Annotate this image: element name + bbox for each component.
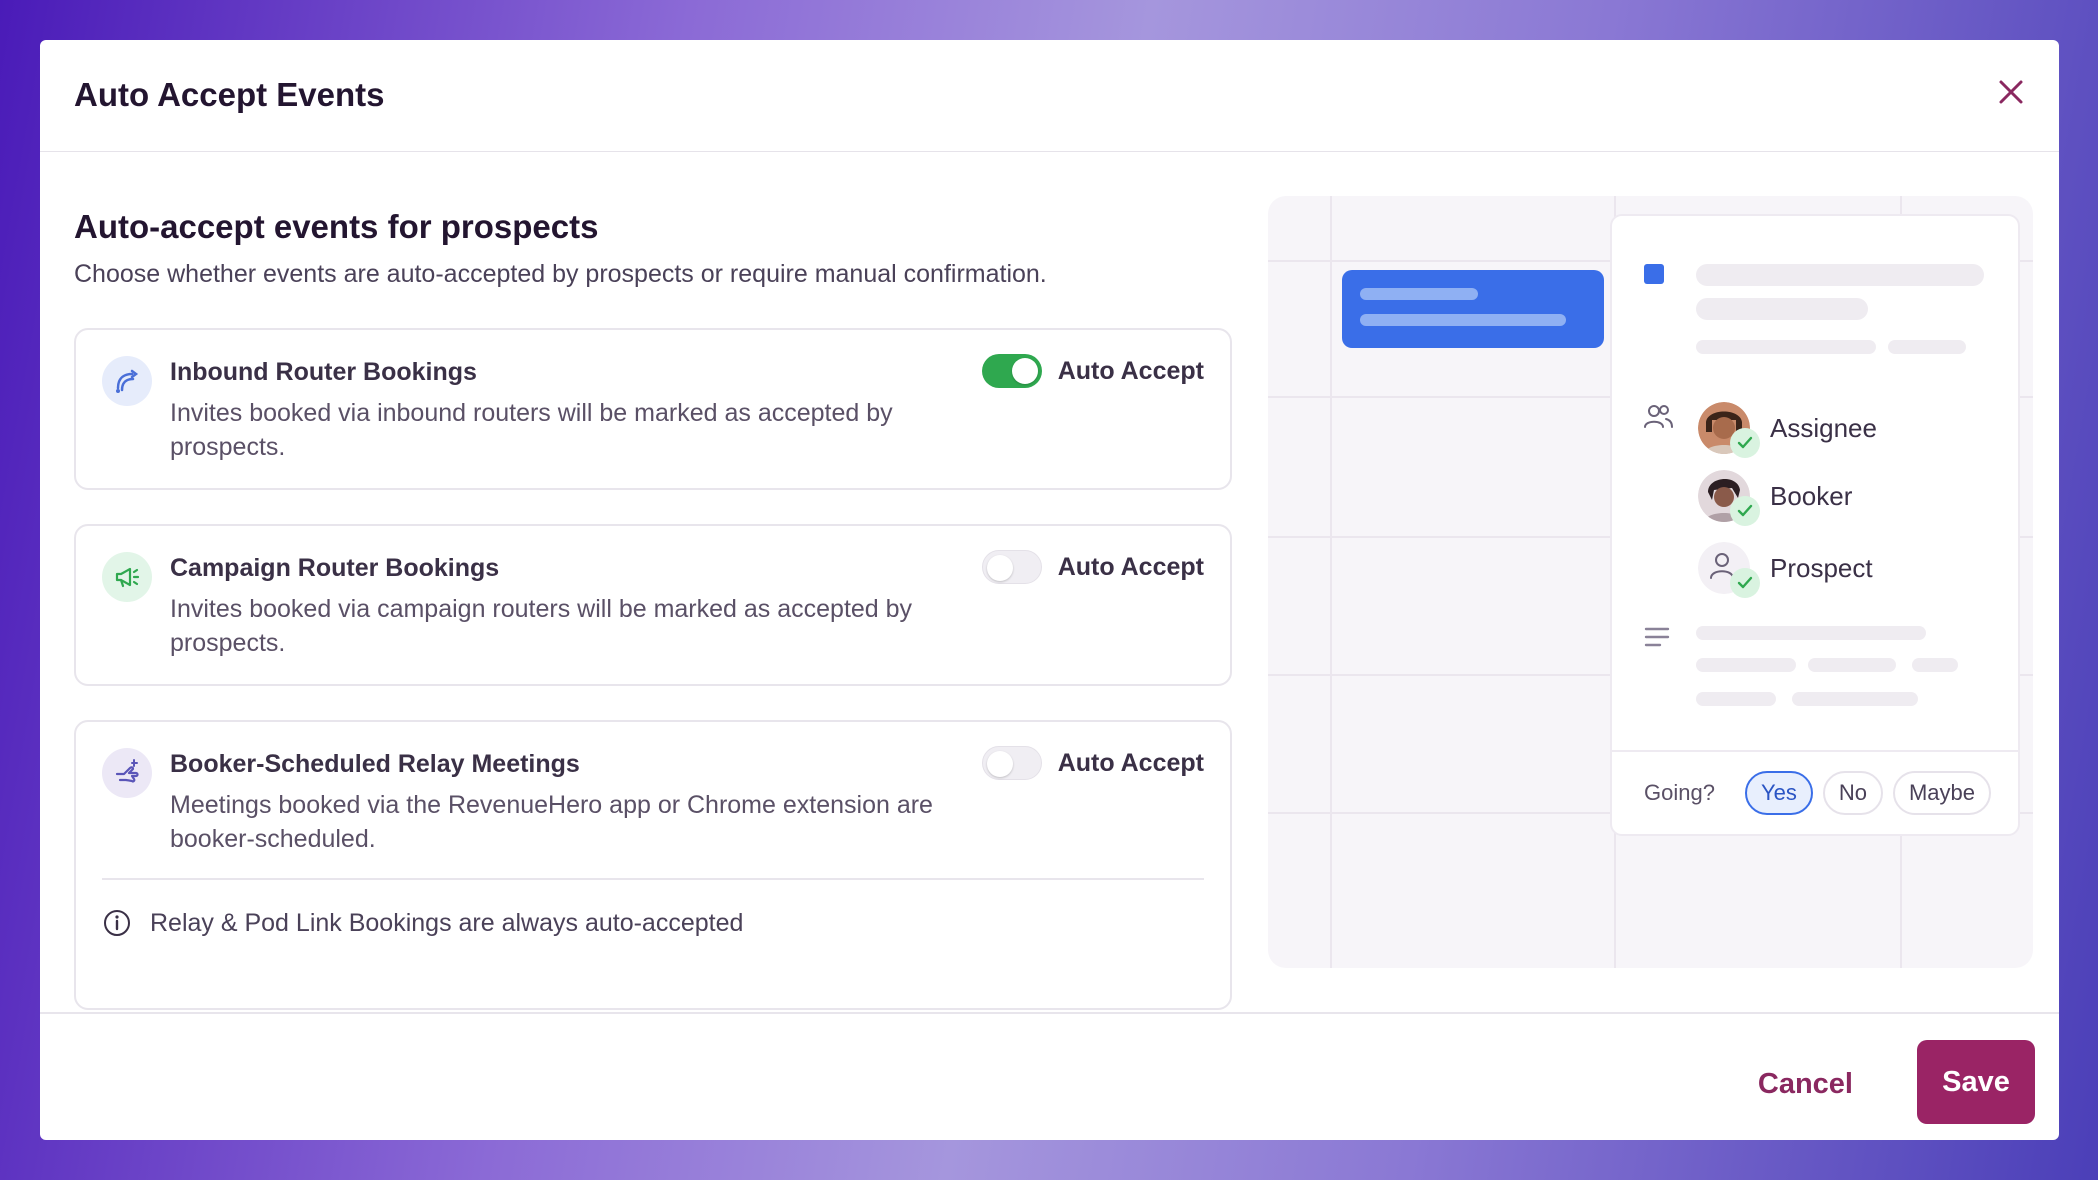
avatar (1698, 470, 1760, 526)
rsvp-yes-button[interactable]: Yes (1744, 771, 1813, 815)
attendee-label: Assignee (1770, 412, 1877, 443)
toggle-label: Auto Accept (1057, 356, 1204, 385)
rsvp-maybe-button[interactable]: Maybe (1892, 771, 1992, 815)
card-description: Invites booked via campaign routers will… (170, 595, 913, 657)
event-detail-card: Assignee Booker Prospect Going? Yes No M… (1610, 214, 2020, 836)
card-divider (102, 878, 1204, 880)
skeleton-line (1696, 692, 1776, 706)
skeleton-line (1808, 658, 1896, 672)
toggle-label: Auto Accept (1057, 552, 1204, 581)
description-lines-icon (1644, 627, 1670, 647)
section-title: Auto-accept events for prospects (74, 208, 599, 245)
skeleton-line (1888, 340, 1966, 354)
calendar-preview: Assignee Booker Prospect Going? Yes No M… (1268, 196, 2033, 968)
section-description: Choose whether events are auto-accepted … (74, 260, 1047, 288)
card-relay-meetings: Booker-Scheduled Relay Meetings Meetings… (74, 720, 1232, 1010)
card-campaign-router: Campaign Router Bookings Invites booked … (74, 524, 1232, 686)
card-inbound-router: Inbound Router Bookings Invites booked v… (74, 328, 1232, 490)
auto-accept-toggle-group: Auto Accept (981, 550, 1204, 584)
skeleton-line (1912, 658, 1958, 672)
skeleton-line (1696, 658, 1796, 672)
event-skeleton-line (1360, 314, 1566, 326)
avatar (1698, 542, 1760, 598)
info-note: Relay & Pod Link Bookings are always aut… (102, 908, 743, 938)
rsvp-row: Going? Yes No Maybe (1612, 750, 2018, 834)
event-skeleton-line (1360, 288, 1478, 300)
attendee-label: Booker (1770, 480, 1853, 511)
toggle-knob (1011, 358, 1038, 384)
toggle-knob (986, 555, 1013, 581)
auto-accept-toggle[interactable] (981, 550, 1042, 584)
info-icon (104, 910, 130, 936)
auto-accept-modal: Auto Accept Events Auto-accept events fo… (40, 40, 2059, 1140)
toggle-knob (986, 751, 1013, 777)
attendee-booker: Booker (1698, 470, 1853, 526)
toggle-label: Auto Accept (1057, 748, 1204, 777)
cancel-button[interactable]: Cancel (1742, 1054, 1869, 1114)
event-color-swatch (1644, 264, 1664, 284)
skeleton-line (1696, 264, 1984, 286)
skeleton-line (1792, 692, 1918, 706)
skeleton-line (1696, 626, 1926, 640)
grid-line (1330, 196, 1332, 968)
auto-accept-toggle-group: Auto Accept (981, 746, 1204, 780)
check-icon (1730, 568, 1760, 598)
people-icon (1644, 405, 1673, 428)
close-icon (1999, 80, 2023, 104)
auto-accept-toggle[interactable] (981, 746, 1042, 780)
modal-footer: Cancel Save (40, 1012, 2059, 1140)
attendee-prospect: Prospect (1698, 542, 1873, 598)
skeleton-line (1696, 298, 1868, 320)
info-text: Relay & Pod Link Bookings are always aut… (150, 908, 744, 937)
save-button[interactable]: Save (1917, 1040, 2035, 1124)
rsvp-no-button[interactable]: No (1822, 771, 1883, 815)
card-title: Inbound Router Bookings (170, 358, 477, 386)
modal-header: Auto Accept Events (40, 40, 2059, 152)
attendee-assignee: Assignee (1698, 402, 1877, 458)
auto-accept-toggle[interactable] (981, 354, 1042, 388)
card-title: Campaign Router Bookings (170, 554, 500, 582)
router-icon (102, 356, 152, 406)
relay-hand-icon (102, 748, 152, 798)
going-label: Going? (1644, 780, 1715, 805)
skeleton-line (1696, 340, 1876, 354)
card-title: Booker-Scheduled Relay Meetings (170, 750, 580, 778)
avatar (1698, 402, 1760, 458)
card-description: Invites booked via inbound routers will … (170, 399, 893, 461)
card-description: Meetings booked via the RevenueHero app … (170, 791, 933, 853)
event-block (1342, 270, 1604, 348)
attendee-label: Prospect (1770, 552, 1873, 583)
modal-title: Auto Accept Events (74, 76, 385, 113)
auto-accept-toggle-group: Auto Accept (981, 354, 1204, 388)
close-button[interactable] (1989, 70, 2033, 114)
check-icon (1730, 428, 1760, 458)
megaphone-icon (102, 552, 152, 602)
check-icon (1730, 496, 1760, 526)
